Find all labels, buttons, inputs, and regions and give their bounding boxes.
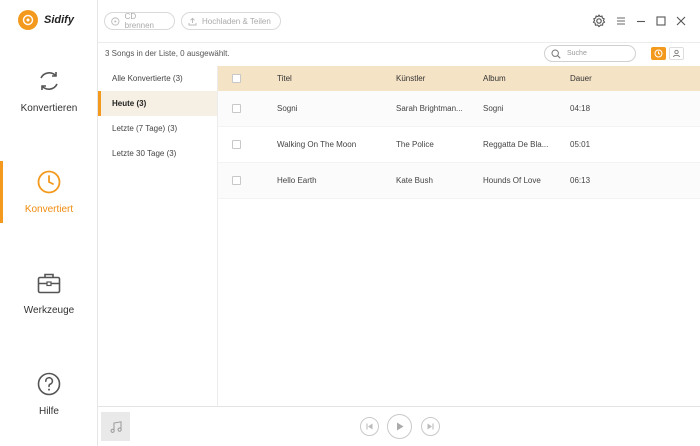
nav-item-werkzeuge[interactable]: Werkzeuge (0, 270, 98, 332)
clock-icon (654, 49, 663, 58)
player-bar (98, 406, 700, 446)
header-duration[interactable]: Dauer (570, 74, 650, 83)
gear-icon[interactable] (592, 14, 606, 28)
top-toolbar: CD brennen Hochladen & Teilen (98, 0, 700, 42)
cell-title: Walking On The Moon (277, 140, 357, 149)
view-history-button[interactable] (651, 47, 666, 60)
next-track-button[interactable] (421, 417, 440, 436)
nav-item-konvertiert[interactable]: Konvertiert (0, 161, 98, 231)
nav-label: Konvertiert (24, 204, 74, 215)
cell-album: Reggatta De Bla... (483, 140, 549, 149)
menu-icon[interactable] (614, 14, 628, 28)
nav-item-konvertieren[interactable]: Konvertieren (0, 68, 98, 130)
header-artist[interactable]: Künstler (396, 74, 483, 83)
table-body: Sogni Sarah Brightman... Sogni 04:18 Wal… (218, 91, 700, 199)
cell-artist: Kate Bush (396, 176, 433, 185)
filter-item-today[interactable]: Heute (3) (98, 91, 217, 116)
cell-duration: 06:13 (570, 176, 591, 185)
cell-artist: The Police (396, 140, 434, 149)
upload-share-label: Hochladen & Teilen (202, 16, 271, 26)
album-art-placeholder (101, 412, 130, 441)
status-text: 3 Songs in der Liste, 0 ausgewählt. (105, 49, 230, 58)
left-nav: Sidify Konvertieren Konvertiert Werkzeug… (0, 0, 98, 446)
nav-label: Konvertieren (20, 103, 78, 114)
cell-duration: 05:01 (570, 140, 591, 149)
music-note-icon (109, 420, 122, 433)
app-name: Sidify (44, 14, 74, 26)
skip-back-icon (366, 423, 373, 430)
play-button[interactable] (387, 414, 412, 439)
row-checkbox[interactable] (232, 176, 241, 185)
table-row[interactable]: Walking On The Moon The Police Reggatta … (218, 127, 700, 163)
nav-label: Werkzeuge (23, 305, 75, 316)
row-checkbox[interactable] (232, 140, 241, 149)
cell-artist: Sarah Brightman... (396, 104, 463, 113)
header-title[interactable]: Titel (277, 74, 396, 83)
cell-album: Hounds Of Love (483, 176, 541, 185)
cd-burn-label: CD brennen (124, 12, 154, 30)
cd-burn-button[interactable]: CD brennen (104, 12, 175, 30)
search-input[interactable]: Suche (544, 45, 636, 62)
cell-album: Sogni (483, 104, 504, 113)
upload-share-button[interactable]: Hochladen & Teilen (181, 12, 281, 30)
help-icon (37, 372, 61, 396)
select-all-checkbox[interactable] (232, 74, 241, 83)
minimize-icon[interactable] (634, 14, 648, 28)
skip-forward-icon (427, 423, 434, 430)
table-row[interactable]: Sogni Sarah Brightman... Sogni 04:18 (218, 91, 700, 127)
table-row[interactable]: Hello Earth Kate Bush Hounds Of Love 06:… (218, 163, 700, 199)
maximize-icon[interactable] (654, 14, 668, 28)
user-icon (673, 49, 680, 58)
toolbar-divider (98, 42, 700, 43)
cd-icon (111, 16, 120, 26)
filter-item-7-days[interactable]: Letzte (7 Tage) (3) (98, 116, 217, 141)
toolbox-icon (37, 273, 61, 294)
app-logo: Sidify (18, 10, 74, 30)
header-album[interactable]: Album (483, 74, 570, 83)
view-user-button[interactable] (669, 47, 684, 60)
cell-title: Sogni (277, 104, 298, 113)
close-icon[interactable] (674, 14, 688, 28)
music-note-logo-icon (18, 10, 38, 30)
row-checkbox[interactable] (232, 104, 241, 113)
songs-table: Titel Künstler Album Dauer Sogni Sarah B… (218, 66, 700, 199)
previous-track-button[interactable] (360, 417, 379, 436)
table-header: Titel Künstler Album Dauer (218, 66, 700, 91)
search-placeholder: Suche (567, 50, 587, 57)
play-icon (397, 422, 404, 431)
converted-filter-list: Alle Konvertierte (3) Heute (3) Letzte (… (98, 66, 218, 406)
filter-item-30-days[interactable]: Letzte 30 Tage (3) (98, 141, 217, 166)
upload-icon (188, 17, 197, 25)
cell-duration: 04:18 (570, 104, 591, 113)
nav-item-hilfe[interactable]: Hilfe (0, 371, 98, 433)
cell-title: Hello Earth (277, 176, 317, 185)
filter-item-all[interactable]: Alle Konvertierte (3) (98, 66, 217, 91)
clock-icon (37, 170, 61, 194)
nav-label: Hilfe (38, 406, 59, 417)
search-icon (551, 48, 561, 59)
refresh-icon (40, 72, 58, 90)
